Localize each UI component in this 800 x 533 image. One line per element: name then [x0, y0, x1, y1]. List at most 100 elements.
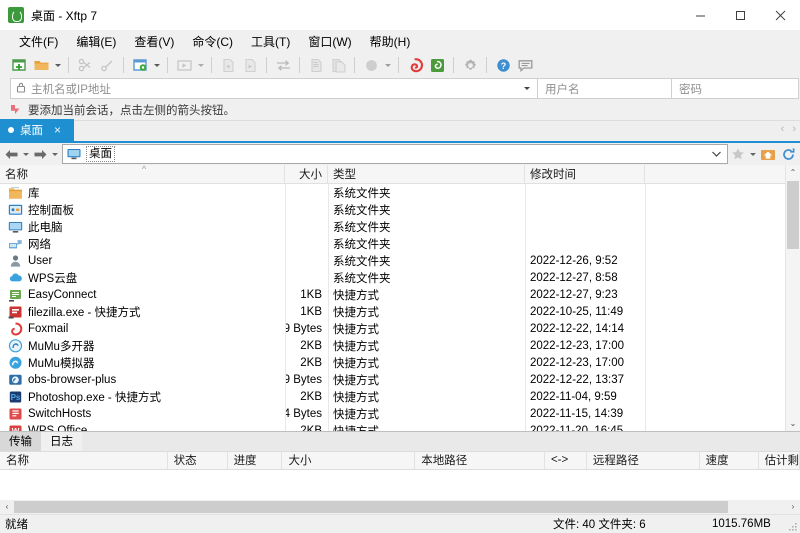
- refresh-icon[interactable]: [778, 144, 798, 164]
- tab-log[interactable]: 日志: [41, 432, 82, 451]
- minimize-button[interactable]: [680, 0, 720, 30]
- file-name: Photoshop.exe - 快捷方式: [28, 389, 161, 405]
- table-row[interactable]: MuMu模拟器 2KB 快捷方式 2022-12-23, 17:00: [0, 354, 800, 371]
- tab-close-icon[interactable]: ×: [54, 124, 61, 136]
- maximize-button[interactable]: [720, 0, 760, 30]
- tab-scroll-right-icon[interactable]: ›: [792, 124, 796, 135]
- xshell-icon[interactable]: [404, 54, 426, 76]
- feedback-icon[interactable]: [514, 54, 536, 76]
- file-name: 控制面板: [28, 202, 74, 218]
- table-row[interactable]: 控制面板 系统文件夹: [0, 201, 800, 218]
- transfer-panel-tabs: 传输 日志: [0, 432, 800, 451]
- new-file-transfer-icon[interactable]: [129, 54, 151, 76]
- host-dropdown-caret[interactable]: [520, 79, 534, 98]
- username-input[interactable]: 用户名: [538, 78, 672, 99]
- transfer-column-eta[interactable]: 估计剩: [759, 452, 800, 469]
- table-row[interactable]: obs-browser-plus 769 Bytes 快捷方式 2022-12-…: [0, 371, 800, 388]
- column-header-time[interactable]: 修改时间: [525, 165, 645, 183]
- transfer-column-local-path[interactable]: 本地路径: [415, 452, 545, 469]
- tab-desktop[interactable]: 桌面 ×: [0, 119, 74, 141]
- table-row[interactable]: 网络 系统文件夹: [0, 235, 800, 252]
- red-arrow-icon: [10, 104, 22, 115]
- help-icon[interactable]: ?: [492, 54, 514, 76]
- scrollbar-thumb[interactable]: [14, 501, 728, 513]
- column-header-type[interactable]: 类型: [328, 165, 525, 183]
- home-folder-icon[interactable]: [758, 144, 778, 164]
- transfer-column-progress[interactable]: 进度: [228, 452, 283, 469]
- sync-icon: [272, 54, 294, 76]
- transfer-column-remote-path[interactable]: 远程路径: [587, 452, 700, 469]
- new-session-icon[interactable]: [8, 54, 30, 76]
- table-row[interactable]: Ps Photoshop.exe - 快捷方式 2KB 快捷方式 2022-11…: [0, 388, 800, 405]
- column-header-size[interactable]: 大小: [285, 165, 328, 183]
- file-time: 2022-12-22, 13:37: [525, 374, 645, 386]
- scrollbar-track[interactable]: [14, 500, 786, 514]
- open-folder-icon[interactable]: [30, 54, 52, 76]
- xftp-icon[interactable]: [426, 54, 448, 76]
- favorite-star-icon[interactable]: [728, 144, 748, 164]
- tab-transfer[interactable]: 传输: [0, 432, 41, 451]
- column-header-extra[interactable]: [645, 165, 800, 183]
- this-pc-icon: [7, 219, 23, 235]
- file-time: 2022-11-15, 14:39: [525, 408, 645, 420]
- scroll-right-arrow-icon[interactable]: ›: [786, 500, 800, 514]
- transfer-column-size[interactable]: 大小: [282, 452, 415, 469]
- back-button[interactable]: [2, 144, 21, 164]
- control-panel-icon: [7, 202, 23, 218]
- table-row[interactable]: SwitchHosts 784 Bytes 快捷方式 2022-11-15, 1…: [0, 405, 800, 422]
- toolbar-separator: [167, 57, 168, 73]
- column-header-name[interactable]: 名称 ^: [0, 165, 285, 183]
- forward-history-caret[interactable]: [50, 144, 60, 164]
- file-time: 2022-10-25, 11:49: [525, 306, 645, 318]
- file-time: 2022-12-23, 17:00: [525, 340, 645, 352]
- tab-scroll-left-icon[interactable]: ‹: [781, 124, 785, 135]
- resize-grip-icon[interactable]: [786, 520, 798, 532]
- menu-command[interactable]: 命令(C): [183, 31, 242, 52]
- table-row[interactable]: 此电脑 系统文件夹: [0, 218, 800, 235]
- open-folder-dropdown-caret[interactable]: [52, 54, 63, 76]
- menu-window[interactable]: 窗口(W): [299, 31, 360, 52]
- close-button[interactable]: [760, 0, 800, 30]
- transfer-column-speed[interactable]: 速度: [700, 452, 759, 469]
- password-input[interactable]: 密码: [672, 78, 799, 99]
- forward-button[interactable]: [31, 144, 50, 164]
- table-row[interactable]: Foxmail 569 Bytes 快捷方式 2022-12-22, 14:14: [0, 320, 800, 337]
- menu-bar: 文件(F) 编辑(E) 查看(V) 命令(C) 工具(T) 窗口(W) 帮助(H…: [0, 30, 800, 52]
- menu-view[interactable]: 查看(V): [125, 31, 183, 52]
- menu-file[interactable]: 文件(F): [10, 31, 67, 52]
- favorite-dropdown-caret[interactable]: [748, 144, 758, 164]
- file-type: 快捷方式: [328, 338, 525, 354]
- menu-edit[interactable]: 编辑(E): [67, 31, 125, 52]
- settings-gear-icon[interactable]: [459, 54, 481, 76]
- menu-tools[interactable]: 工具(T): [242, 31, 299, 52]
- host-input[interactable]: 主机名或IP地址: [10, 78, 538, 99]
- table-row[interactable]: filezilla.exe - 快捷方式 1KB 快捷方式 2022-10-25…: [0, 303, 800, 320]
- table-row[interactable]: MuMu多开器 2KB 快捷方式 2022-12-23, 17:00: [0, 337, 800, 354]
- back-history-caret[interactable]: [21, 144, 31, 164]
- file-time: 2022-12-22, 14:14: [525, 323, 645, 335]
- scroll-down-arrow-icon[interactable]: ⌄: [786, 416, 800, 431]
- table-row[interactable]: 库 系统文件夹: [0, 184, 800, 201]
- transfer-column-name[interactable]: 名称: [0, 452, 168, 469]
- path-input[interactable]: 桌面: [62, 144, 728, 164]
- scrollbar-thumb[interactable]: [787, 181, 799, 249]
- file-list-rows[interactable]: 库 系统文件夹 控制面板 系统文件夹: [0, 184, 800, 431]
- wps-cloud-icon: [7, 270, 23, 286]
- path-dropdown-caret[interactable]: [711, 145, 722, 163]
- transfer-column-direction[interactable]: <->: [545, 452, 587, 469]
- file-list-vertical-scrollbar[interactable]: ⌃ ⌄: [785, 165, 800, 431]
- table-row[interactable]: WPS云盘 系统文件夹 2022-12-27, 8:58: [0, 269, 800, 286]
- run-icon: [173, 54, 195, 76]
- table-row[interactable]: W WPS Office 2KB 快捷方式 2022-11-20, 16:45: [0, 422, 800, 431]
- file-time: 2022-12-27, 8:58: [525, 272, 645, 284]
- table-row[interactable]: User 系统文件夹 2022-12-26, 9:52: [0, 252, 800, 269]
- transfer-column-status[interactable]: 状态: [168, 452, 228, 469]
- transfer-rows[interactable]: [0, 470, 800, 500]
- scroll-left-arrow-icon[interactable]: ‹: [0, 500, 14, 514]
- file-size: 2KB: [285, 391, 328, 403]
- scroll-up-arrow-icon[interactable]: ⌃: [786, 165, 800, 180]
- menu-help[interactable]: 帮助(H): [361, 31, 420, 52]
- new-file-transfer-dropdown-caret[interactable]: [151, 54, 162, 76]
- table-row[interactable]: EasyConnect 1KB 快捷方式 2022-12-27, 9:23: [0, 286, 800, 303]
- transfer-horizontal-scrollbar[interactable]: ‹ ›: [0, 500, 800, 514]
